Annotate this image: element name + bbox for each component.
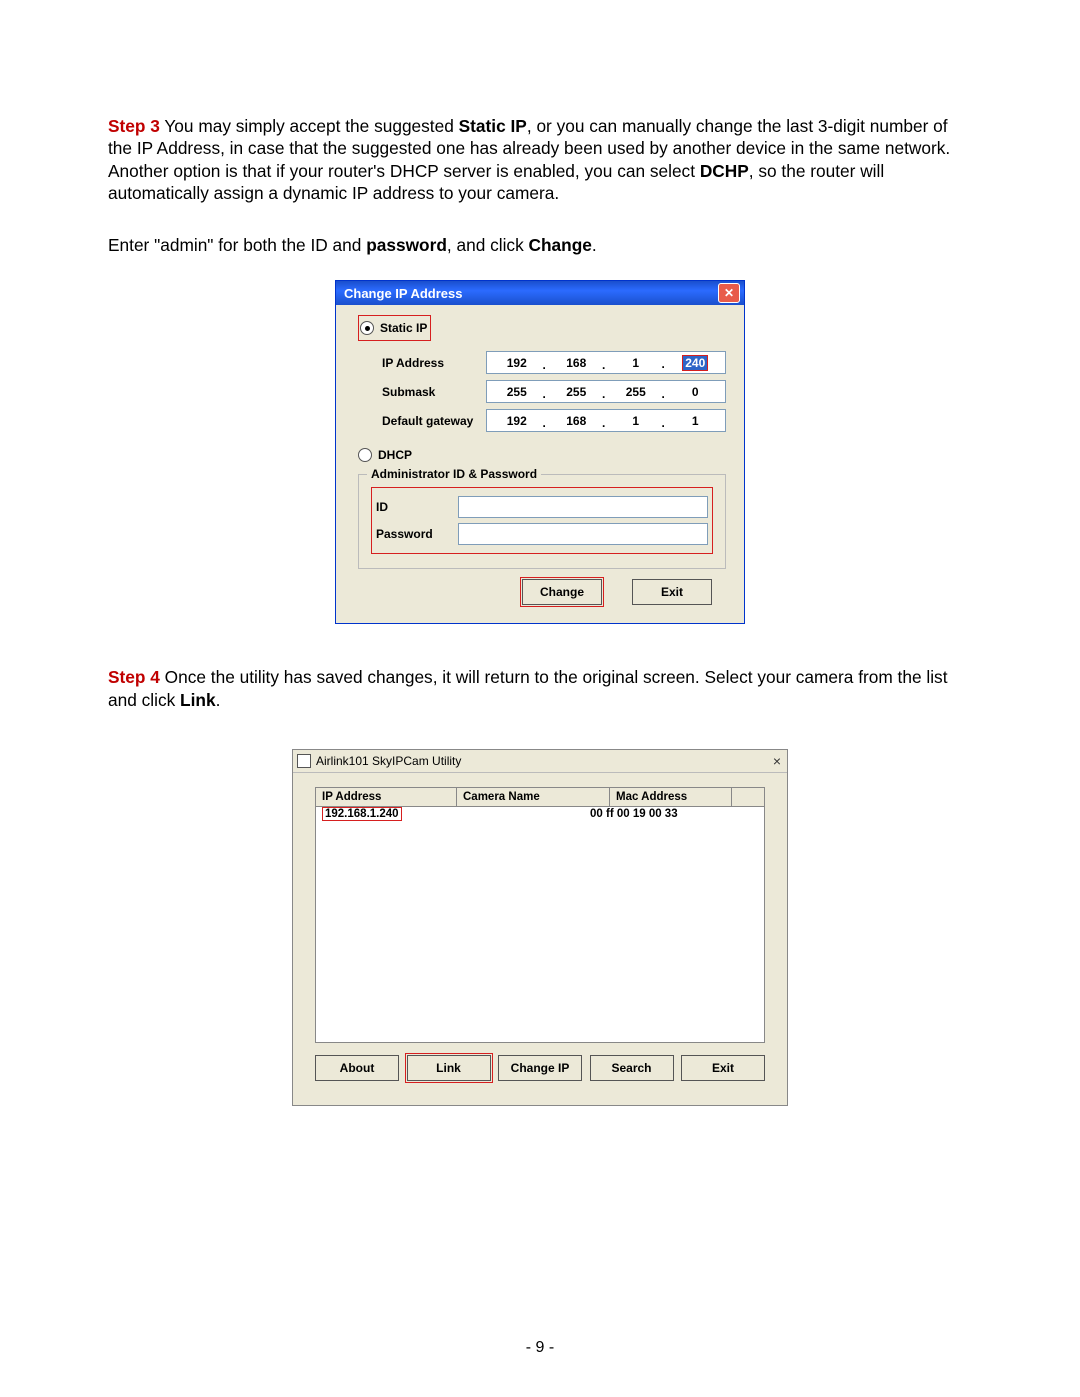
id-label: ID <box>376 500 458 514</box>
change-button[interactable]: Change <box>522 579 602 605</box>
step3-label: Step 3 <box>108 116 160 136</box>
dhcp-radio[interactable]: DHCP <box>358 444 726 466</box>
exit-button[interactable]: Exit <box>681 1055 765 1081</box>
row-mac: 00 ff 00 19 00 33 <box>590 808 758 820</box>
submask-input[interactable]: 255 255 255 0 <box>486 380 726 403</box>
exit-button[interactable]: Exit <box>632 579 712 605</box>
close-icon[interactable]: ✕ <box>718 283 740 303</box>
app-icon <box>297 754 311 768</box>
camera-table-body[interactable]: 192.168.1.240 00 ff 00 19 00 33 <box>315 807 765 1043</box>
step4-paragraph: Step 4 Once the utility has saved change… <box>108 666 972 711</box>
enter-admin-line: Enter "admin" for both the ID and passwo… <box>108 234 972 256</box>
step4-label: Step 4 <box>108 667 160 687</box>
col-ip[interactable]: IP Address <box>316 788 457 806</box>
search-button[interactable]: Search <box>590 1055 674 1081</box>
ip-address-input[interactable]: 192 168 1 240 <box>486 351 726 374</box>
col-camera-name[interactable]: Camera Name <box>457 788 610 806</box>
dialog-titlebar: Change IP Address ✕ <box>336 281 744 305</box>
table-row[interactable]: 192.168.1.240 00 ff 00 19 00 33 <box>316 807 764 821</box>
about-button[interactable]: About <box>315 1055 399 1081</box>
dialog-title: Change IP Address <box>344 286 462 301</box>
step3-paragraph: Step 3 You may simply accept the suggest… <box>108 115 972 205</box>
static-ip-radio[interactable]: Static IP <box>360 317 427 339</box>
col-mac[interactable]: Mac Address <box>610 788 732 806</box>
admin-group: Administrator ID & Password ID Password <box>358 474 726 569</box>
submask-label: Submask <box>382 385 486 399</box>
radio-unselected-icon <box>358 448 372 462</box>
gateway-label: Default gateway <box>382 414 486 428</box>
radio-selected-icon <box>360 321 374 335</box>
close-icon[interactable]: × <box>773 753 781 769</box>
utility-title: Airlink101 SkyIPCam Utility <box>316 754 461 768</box>
admin-group-title: Administrator ID & Password <box>367 467 541 481</box>
utility-titlebar: Airlink101 SkyIPCam Utility × <box>293 750 787 773</box>
link-button[interactable]: Link <box>407 1055 491 1081</box>
camera-table-header: IP Address Camera Name Mac Address <box>315 787 765 807</box>
page-number: - 9 - <box>0 1339 1080 1357</box>
gateway-input[interactable]: 192 168 1 1 <box>486 409 726 432</box>
change-ip-button[interactable]: Change IP <box>498 1055 582 1081</box>
col-spacer <box>732 788 764 806</box>
id-input[interactable] <box>458 496 708 518</box>
skyipcam-utility-window: Airlink101 SkyIPCam Utility × IP Address… <box>292 749 788 1106</box>
ip-address-label: IP Address <box>382 356 486 370</box>
password-input[interactable] <box>458 523 708 545</box>
row-ip: 192.168.1.240 <box>322 807 402 821</box>
password-label: Password <box>376 527 458 541</box>
change-ip-dialog: Change IP Address ✕ Static IP IP Address… <box>335 280 745 624</box>
row-name <box>450 808 590 820</box>
